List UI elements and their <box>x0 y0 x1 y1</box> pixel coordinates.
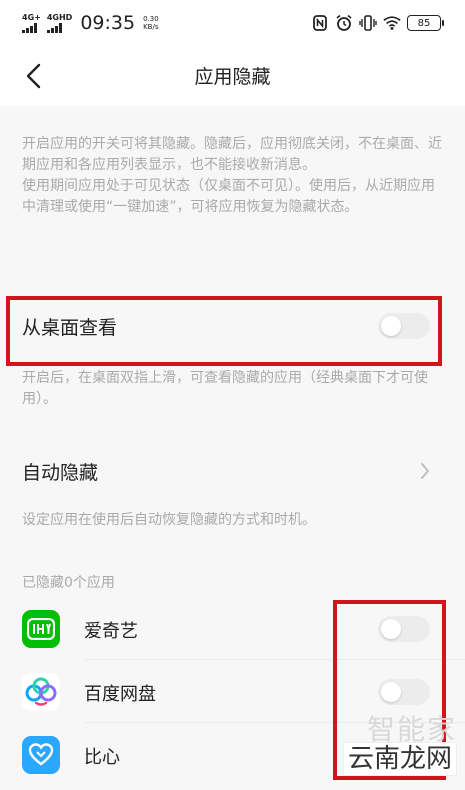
hide-toggle-iqiyi[interactable] <box>378 616 430 642</box>
hidden-apps-count: 已隐藏0个应用 <box>22 575 115 591</box>
speed-unit: KB/s <box>143 23 159 31</box>
auto-hide-label: 自动隐藏 <box>22 462 99 484</box>
status-left: 4G+ 4GHD 09:35 0.30 KB/s <box>22 12 159 34</box>
app-name: 比心 <box>84 747 120 768</box>
battery-icon: 85 <box>407 15 444 31</box>
baidu-netdisk-icon <box>22 673 60 711</box>
intro-description: 开启应用的开关可将其隐藏。隐藏后，应用彻底关闭，不在桌面、近期应用和各应用列表显… <box>22 134 447 218</box>
auto-hide-hint: 设定应用在使用后自动恢复隐藏的方式和时机。 <box>22 512 316 528</box>
desktop-view-toggle[interactable] <box>378 313 430 339</box>
network-type-2: 4GHD <box>46 12 73 22</box>
alarm-icon <box>335 14 353 32</box>
auto-hide-row[interactable]: 自动隐藏 <box>0 442 465 500</box>
desktop-view-row[interactable]: 从桌面查看 <box>0 296 465 362</box>
page-title: 应用隐藏 <box>194 66 271 88</box>
app-row-iqiyi[interactable]: 爱奇艺 <box>0 598 465 660</box>
chevron-right-icon <box>421 463 429 479</box>
hide-toggle-baidu-netdisk[interactable] <box>378 679 430 705</box>
vibrate-icon <box>359 14 377 32</box>
status-right: 85 <box>311 14 444 32</box>
network-type-1: 4G+ <box>22 12 41 22</box>
signal-1: 4G+ <box>22 12 41 33</box>
nfc-icon <box>311 14 329 32</box>
intro-line-1: 开启应用的开关可将其隐藏。隐藏后，应用彻底关闭，不在桌面、近期应用和各应用列表显… <box>22 136 442 173</box>
desktop-view-hint: 开启后，在桌面双指上滑，可查看隐藏的应用（经典桌面下才可使用）。 <box>22 370 428 407</box>
divider <box>84 659 465 660</box>
signal-bars-icon <box>46 22 62 33</box>
wifi-icon <box>383 14 401 32</box>
signal-bars-icon <box>22 22 37 33</box>
watermark: 智能家 云南龙网 <box>342 708 457 776</box>
app-name: 百度网盘 <box>84 684 156 705</box>
intro-line-2: 使用期间应用处于可见状态（仅桌面不可见）。使用后，从近期应用中清理或使用“一键加… <box>22 178 435 215</box>
toggle-knob <box>381 316 401 336</box>
nav-bar: 应用隐藏 <box>0 46 465 106</box>
bixin-icon <box>22 736 60 774</box>
watermark-bottom: 云南龙网 <box>342 742 457 776</box>
network-speed: 0.30 KB/s <box>143 15 159 31</box>
toggle-knob <box>381 619 401 639</box>
iqiyi-icon <box>22 610 60 648</box>
signal-2: 4GHD <box>46 12 73 33</box>
status-bar: 4G+ 4GHD 09:35 0.30 KB/s 85 <box>0 0 465 46</box>
clock: 09:35 <box>80 12 136 34</box>
toggle-knob <box>381 682 401 702</box>
app-name: 爱奇艺 <box>84 621 138 642</box>
speed-value: 0.30 <box>143 15 159 23</box>
desktop-view-label: 从桌面查看 <box>22 317 118 339</box>
